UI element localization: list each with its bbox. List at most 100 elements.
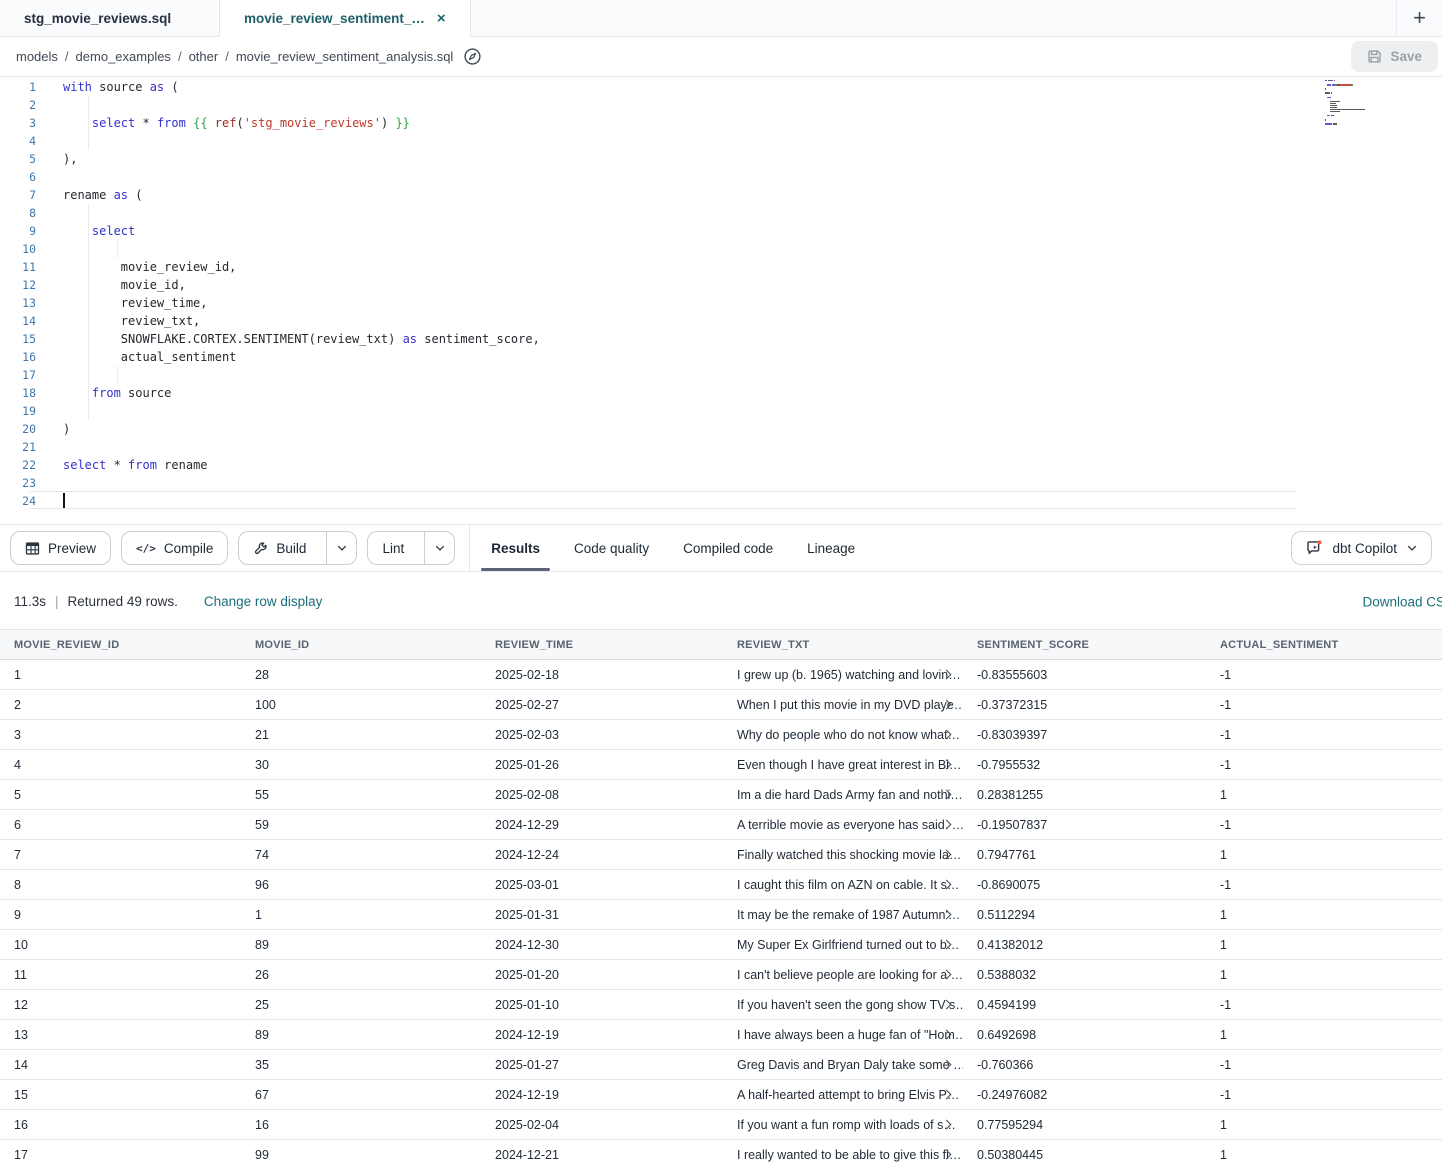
close-icon[interactable]: × <box>437 11 446 26</box>
code-line-6[interactable]: 6 <box>0 168 1442 186</box>
code-line-10[interactable]: 10 <box>0 240 1442 258</box>
code-line-20[interactable]: 20) <box>0 420 1442 438</box>
results-tab-strip: ResultsCode qualityCompiled codeLineage <box>469 525 872 571</box>
code-editor[interactable]: 1with source as (23 select * from {{ ref… <box>0 78 1442 524</box>
change-row-display-link[interactable]: Change row display <box>204 594 323 609</box>
new-tab-button[interactable]: + <box>1396 0 1442 36</box>
cell-review_time: 2024-12-30 <box>481 938 723 952</box>
cell-movie_id: 67 <box>241 1088 481 1102</box>
lint-dropdown-button[interactable] <box>424 532 454 564</box>
minimap-seg <box>1334 80 1335 81</box>
column-header-review_txt: REVIEW_TXT <box>723 639 963 651</box>
breadcrumb-separator: / <box>65 49 69 64</box>
code-content: select <box>36 222 1442 240</box>
cell-review_txt: I really wanted to be able to give this … <box>723 1148 963 1162</box>
code-line-8[interactable]: 8 <box>0 204 1442 222</box>
build-button[interactable]: Build <box>239 532 318 564</box>
table-row: 1282025-02-18I grew up (b. 1965) watchin… <box>0 660 1442 690</box>
code-line-13[interactable]: 13 review_time, <box>0 294 1442 312</box>
cell-review_txt: Why do people who do not know what… <box>723 728 963 742</box>
breadcrumb-item[interactable]: movie_review_sentiment_analysis.sql <box>236 49 454 64</box>
cell-value: 0.50380445 <box>977 1148 1043 1162</box>
results-table-header: MOVIE_REVIEW_IDMOVIE_IDREVIEW_TIMEREVIEW… <box>0 629 1442 660</box>
cell-value: 4 <box>14 758 21 772</box>
build-label: Build <box>276 541 306 556</box>
tab-results[interactable]: Results <box>474 525 557 571</box>
cell-movie_id: 1 <box>241 908 481 922</box>
editor-tab-active[interactable]: movie_review_sentiment_…× <box>220 0 471 36</box>
cell-review_time: 2025-01-20 <box>481 968 723 982</box>
editor-tab[interactable]: stg_movie_reviews.sql <box>0 0 220 36</box>
cell-value: If you haven't seen the gong show TV s… <box>737 998 963 1012</box>
breadcrumb-item[interactable]: other <box>189 49 219 64</box>
compile-button[interactable]: </> Compile <box>121 531 228 565</box>
code-token: review_time, <box>63 296 208 310</box>
code-line-4[interactable]: 4 <box>0 132 1442 150</box>
cell-value: 96 <box>255 878 269 892</box>
indent-guide <box>117 366 118 384</box>
cell-sentiment_score: 0.77595294 <box>963 1118 1206 1132</box>
line-number: 20 <box>0 420 36 438</box>
code-line-24[interactable]: 24 <box>0 492 1442 510</box>
code-line-3[interactable]: 3 select * from {{ ref('stg_movie_review… <box>0 114 1442 132</box>
rows-returned-text: Returned 49 rows. <box>68 594 178 609</box>
code-line-23[interactable]: 23 <box>0 474 1442 492</box>
dbt-copilot-button[interactable]: dbt Copilot <box>1291 531 1432 565</box>
compass-icon[interactable] <box>463 47 482 66</box>
code-line-16[interactable]: 16 actual_sentiment <box>0 348 1442 366</box>
breadcrumb-item[interactable]: models <box>16 49 58 64</box>
download-csv-link[interactable]: Download CSV <box>1362 594 1442 609</box>
code-line-22[interactable]: 22select * from rename <box>0 456 1442 474</box>
cell-sentiment_score: 0.28381255 <box>963 788 1206 802</box>
preview-button[interactable]: Preview <box>10 531 111 565</box>
code-line-11[interactable]: 11 movie_review_id, <box>0 258 1442 276</box>
code-line-18[interactable]: 18 from source <box>0 384 1442 402</box>
table-row: 11262025-01-20I can't believe people are… <box>0 960 1442 990</box>
code-line-1[interactable]: 1with source as ( <box>0 78 1442 96</box>
cell-value: A half-hearted attempt to bring Elvis P… <box>737 1088 959 1102</box>
cell-actual_sentiment: -1 <box>1206 668 1442 682</box>
code-token: ) <box>381 116 395 130</box>
cell-movie_review_id: 1 <box>0 668 241 682</box>
cell-review_txt: Even though I have great interest in Bi… <box>723 758 963 772</box>
cell-value: 1 <box>1220 968 1227 982</box>
minimap-line <box>1325 127 1405 128</box>
code-token: ( <box>128 188 142 202</box>
tab-code-quality[interactable]: Code quality <box>557 525 666 571</box>
table-row: 12252025-01-10If you haven't seen the go… <box>0 990 1442 1020</box>
tab-lineage[interactable]: Lineage <box>790 525 872 571</box>
cell-movie_review_id: 13 <box>0 1028 241 1042</box>
code-content <box>36 438 1442 456</box>
cell-movie_review_id: 12 <box>0 998 241 1012</box>
tab-compiled-code[interactable]: Compiled code <box>666 525 790 571</box>
code-line-21[interactable]: 21 <box>0 438 1442 456</box>
build-dropdown-button[interactable] <box>326 532 356 564</box>
code-line-5[interactable]: 5), <box>0 150 1442 168</box>
lint-button[interactable]: Lint <box>368 532 416 564</box>
cell-review_txt: It may be the remake of 1987 Autumn'… <box>723 908 963 922</box>
cell-movie_review_id: 3 <box>0 728 241 742</box>
code-line-12[interactable]: 12 movie_id, <box>0 276 1442 294</box>
code-line-15[interactable]: 15 SNOWFLAKE.CORTEX.SENTIMENT(review_txt… <box>0 330 1442 348</box>
preview-label: Preview <box>48 541 96 556</box>
cell-value: -1 <box>1220 818 1231 832</box>
cell-movie_review_id: 4 <box>0 758 241 772</box>
cell-movie_id: 55 <box>241 788 481 802</box>
code-line-2[interactable]: 2 <box>0 96 1442 114</box>
save-button[interactable]: Save <box>1351 41 1438 72</box>
editor-minimap[interactable] <box>1325 80 1405 130</box>
table-row: 6592024-12-29A terrible movie as everyon… <box>0 810 1442 840</box>
line-number: 8 <box>0 204 36 222</box>
breadcrumb-item[interactable]: demo_examples <box>76 49 171 64</box>
cell-value: 0.28381255 <box>977 788 1043 802</box>
chevron-down-icon <box>1406 542 1418 554</box>
cell-movie_id: 35 <box>241 1058 481 1072</box>
code-line-9[interactable]: 9 select <box>0 222 1442 240</box>
code-line-14[interactable]: 14 review_txt, <box>0 312 1442 330</box>
code-line-17[interactable]: 17 <box>0 366 1442 384</box>
code-content <box>36 366 1442 384</box>
code-line-19[interactable]: 19 <box>0 402 1442 420</box>
cell-review_time: 2025-01-31 <box>481 908 723 922</box>
code-line-7[interactable]: 7rename as ( <box>0 186 1442 204</box>
line-number: 16 <box>0 348 36 366</box>
